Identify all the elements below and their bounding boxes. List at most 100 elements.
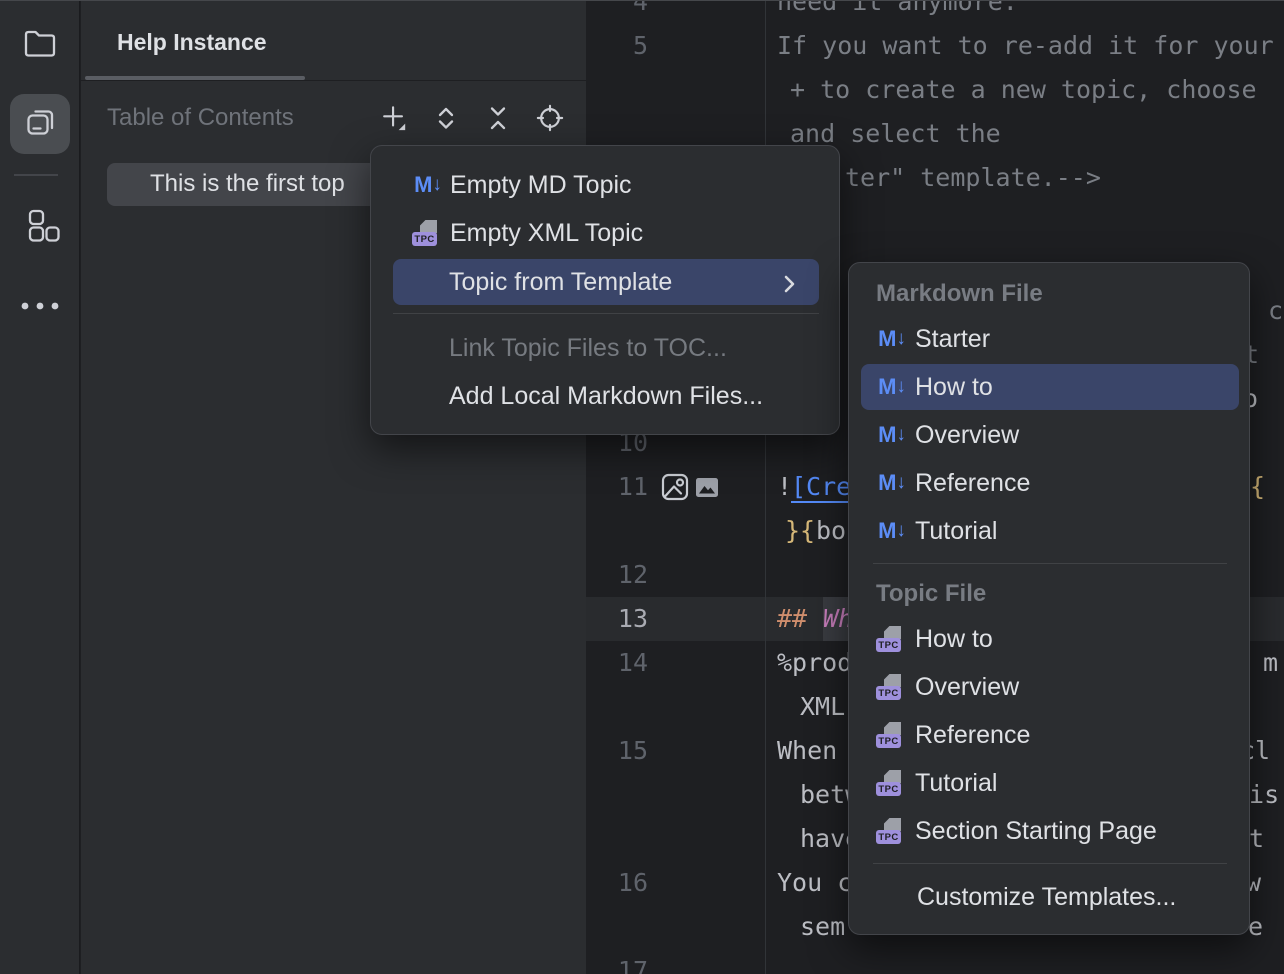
code-span: ## [777,597,822,641]
panel-tab-help-instance[interactable]: Help Instance [117,29,267,56]
collapse-all-button[interactable] [484,104,512,132]
line-number: 16 [586,861,648,905]
submenu-item-label: Tutorial [915,517,997,546]
topic-file-icon: TPC [876,625,908,653]
code-span: When [777,729,852,773]
panel-header: Help Instance [81,0,586,81]
code-span: bo [816,509,846,553]
tool-window-strip [0,0,80,974]
code-span: m [1263,641,1278,685]
strip-divider [14,174,58,176]
code-span: e [1248,905,1263,949]
submenu-section-markdown-file: Markdown File [876,270,1043,318]
structure-tool-button[interactable] [10,198,70,258]
topic-file-icon: TPC [412,219,444,247]
markdown-file-icon: M↓ [876,326,908,352]
line-number: 11 [586,465,648,509]
line-number: 5 [586,24,648,68]
code-span: { [1250,465,1265,509]
line-number: 17 [586,949,648,974]
submenu-item-starter[interactable]: M↓ Starter [876,315,990,363]
locate-topic-button[interactable] [536,104,564,132]
submenu-item-label: Section Starting Page [915,817,1157,846]
code-span: %prod [777,641,852,685]
markdown-file-icon: M↓ [876,470,908,496]
line-number: 15 [586,729,648,773]
menu-item-add-local-markdown[interactable]: Add Local Markdown Files... [449,372,763,420]
line-number: 12 [586,553,648,597]
submenu-item-overview-md[interactable]: M↓ Overview [876,411,1019,459]
menu-item-empty-md-topic[interactable]: M↓ Empty MD Topic [412,161,632,209]
line-number-active: 13 [586,597,648,641]
section-header-label: Topic File [876,580,986,608]
toc-section-title: Table of Contents [107,104,294,132]
code-span: If you want to re-add it for your [777,24,1274,68]
topic-file-icon: TPC [876,769,908,797]
submenu-item-label: Reference [915,721,1030,750]
submenu-item-how-to-md[interactable]: M↓ How to [861,364,1239,410]
code-span: ter" template.--> [845,156,1101,200]
submenu-item-label: How to [915,373,993,402]
submenu-item-section-starting-page[interactable]: TPC Section Starting Page [876,807,1157,855]
instances-tool-button[interactable] [10,94,70,154]
more-icon [19,299,61,317]
code-span: ! [777,465,792,509]
menu-item-label: Add Local Markdown Files... [449,382,763,411]
window-top-border [0,0,1284,1]
structure-icon [20,208,60,249]
submenu-item-tutorial-md[interactable]: M↓ Tutorial [876,507,997,555]
submenu-item-overview-tpc[interactable]: TPC Overview [876,663,1019,711]
submenu-section-topic-file: Topic File [876,570,986,618]
submenu-item-label: Customize Templates... [917,883,1176,912]
code-span: }{ [785,509,815,553]
submenu-item-label: Starter [915,325,990,354]
markdown-file-icon: M↓ [412,172,444,198]
submenu-item-label: Overview [915,421,1019,450]
topic-file-icon: TPC [876,721,908,749]
project-tool-button[interactable] [10,15,70,75]
instances-icon [22,104,58,145]
code-span: You c [777,861,852,905]
submenu-item-label: Reference [915,469,1030,498]
code-span: need it anymore. [777,0,1018,24]
menu-item-label: Empty MD Topic [450,171,632,200]
section-header-label: Markdown File [876,280,1043,308]
submenu-separator [873,563,1227,564]
active-tab-underline [85,76,305,80]
topic-from-template-submenu: Markdown File M↓ Starter M↓ How to M↓ Ov… [848,262,1250,935]
menu-separator [393,313,819,314]
add-topic-button[interactable] [380,104,408,132]
topic-file-icon: TPC [876,817,908,845]
submenu-item-customize-templates[interactable]: Customize Templates... [917,873,1176,921]
submenu-item-how-to-tpc[interactable]: TPC How to [876,615,993,663]
toc-item-label: This is the first top [150,170,345,198]
submenu-separator [873,863,1227,864]
code-span: c [1268,289,1283,333]
submenu-item-tutorial-tpc[interactable]: TPC Tutorial [876,759,997,807]
line-number: 4 [586,0,648,24]
code-span-link[interactable]: [Cre [791,465,851,509]
expand-all-button[interactable] [432,104,460,132]
code-span: + to create a new topic, choose [790,68,1272,112]
submenu-item-reference-tpc[interactable]: TPC Reference [876,711,1030,759]
submenu-item-reference-md[interactable]: M↓ Reference [876,459,1030,507]
image-preview-icon[interactable] [660,472,690,507]
markdown-file-icon: M↓ [876,422,908,448]
menu-item-link-topic-files: Link Topic Files to TOC... [449,324,727,372]
menu-item-label: Topic from Template [449,268,672,297]
markdown-file-icon: M↓ [876,518,908,544]
markdown-file-icon: M↓ [876,374,908,400]
image-thumbnail-icon[interactable] [696,478,718,502]
menu-item-empty-xml-topic[interactable]: TPC Empty XML Topic [412,209,643,257]
menu-item-label: Link Topic Files to TOC... [449,334,727,363]
menu-item-topic-from-template[interactable]: Topic from Template [393,259,819,305]
image-gutter-icons [660,472,718,507]
folder-icon [21,26,59,65]
add-topic-menu: M↓ Empty MD Topic TPC Empty XML Topic To… [370,145,840,435]
submenu-item-label: How to [915,625,993,654]
code-span: sem [800,905,845,949]
line-number: 14 [586,641,648,685]
toc-toolbar [380,104,564,132]
more-tool-windows-button[interactable] [10,278,70,338]
app-window: Help Instance Table of Contents [0,0,1284,974]
